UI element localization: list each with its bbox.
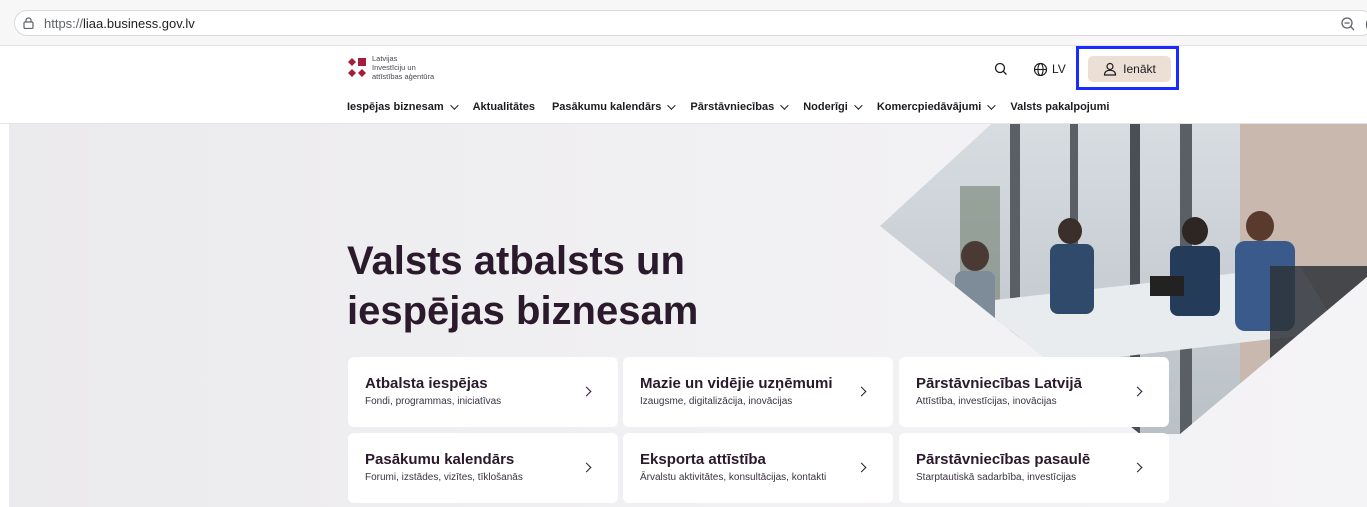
login-label: Ienākt (1123, 62, 1156, 76)
url-scheme: https:// (44, 16, 84, 31)
card-title: Pārstāvniecības pasaulē (916, 451, 1091, 468)
chevron-down-icon (853, 101, 863, 110)
nav-item-label: Iespējas biznesam (347, 101, 444, 113)
nav-item-label: Pārstāvniecības (690, 101, 775, 113)
nav-item-valsts-pakalpojumi[interactable]: Valsts pakalpojumi (1010, 101, 1109, 113)
nav-item-label: Aktualitātes (472, 101, 535, 113)
user-icon (1104, 62, 1117, 76)
card-subtitle: Fondi, programmas, iniciatīvas (365, 396, 502, 407)
hero-headline: Valsts atbalsts un iespējas biznesam (347, 236, 698, 336)
chevron-right-icon (1132, 386, 1143, 397)
login-button[interactable]: Ienākt (1088, 56, 1171, 82)
logo-line-2: Investīciju un (372, 63, 416, 72)
nav-item-label: Pasākumu kalendārs (551, 101, 662, 113)
nav-item-noderigi[interactable]: Noderīgi (803, 101, 863, 113)
card-pasakumu-kalendars[interactable]: Pasākumu kalendārs Forumi, izstādes, viz… (348, 433, 618, 503)
card-subtitle: Forumi, izstādes, vizītes, tīklošanās (365, 472, 523, 483)
nav-item-label: Komercpiedāvājumi (876, 101, 982, 113)
main-nav: Iespējas biznesam Aktualitātes Pasākumu … (347, 101, 1126, 113)
chevron-right-icon (581, 462, 592, 473)
site-header: Latvijas Investīciju un attīstības aģent… (0, 46, 1367, 124)
logo-line-3: attīstības aģentūra (372, 72, 435, 81)
card-subtitle: Attīstība, investīcijas, inovācijas (916, 396, 1057, 407)
globe-icon (1033, 62, 1048, 76)
lock-icon[interactable] (23, 17, 34, 29)
nav-item-parstavniecibas[interactable]: Pārstāvniecības (690, 101, 789, 113)
card-subtitle: Ārvalstu aktivitātes, konsultācijas, kon… (640, 472, 827, 483)
card-subtitle: Starptautiskā sadarbība, investīcijas (916, 472, 1077, 483)
nav-item-komercpiedavajumi[interactable]: Komercpiedāvājumi (876, 101, 997, 113)
chevron-right-icon (856, 386, 867, 397)
card-title: Pārstāvniecības Latvijā (916, 375, 1082, 392)
nav-item-label: Valsts pakalpojumi (1010, 101, 1110, 113)
card-title: Atbalsta iespējas (365, 375, 488, 392)
logo-line-1: Latvijas (372, 54, 398, 63)
liaa-logo[interactable]: Latvijas Investīciju un attīstības aģent… (347, 54, 487, 90)
card-title: Mazie un vidējie uzņēmumi (640, 375, 833, 392)
nav-item-label: Noderīgi (803, 101, 848, 113)
login-highlight: Ienākt (1076, 46, 1179, 90)
language-selector[interactable]: LV (1033, 59, 1066, 79)
chevron-right-icon (581, 386, 592, 397)
card-title: Pasākumu kalendārs (365, 451, 515, 468)
chevron-down-icon (780, 101, 789, 110)
url-host: liaa.business.gov.lv (83, 16, 195, 31)
chevron-right-icon (1132, 462, 1143, 473)
language-label: LV (1052, 62, 1066, 76)
nav-item-iespejas-biznesam[interactable]: Iespējas biznesam (347, 101, 459, 113)
card-parstavniecibas-pasaule[interactable]: Pārstāvniecības pasaulē Starptautiskā sa… (899, 433, 1169, 503)
url-text[interactable]: https://liaa.business.gov.lv (44, 16, 195, 31)
logo-mark-icon (348, 58, 366, 77)
card-atbalsta-iespejas[interactable]: Atbalsta iespējas Fondi, programmas, ini… (348, 357, 618, 427)
nav-item-aktualitates[interactable]: Aktualitātes (473, 101, 535, 113)
address-bar[interactable]: https://liaa.business.gov.lv ( (14, 10, 1367, 36)
logo-text: Latvijas Investīciju un attīstības aģent… (372, 54, 434, 81)
chevron-down-icon (449, 101, 459, 110)
card-subtitle: Izaugsme, digitalizācija, inovācijas (640, 396, 793, 407)
card-eksporta-attistiba[interactable]: Eksporta attīstība Ārvalstu aktivitātes,… (623, 433, 893, 503)
chevron-right-icon (856, 462, 867, 473)
chevron-down-icon (667, 101, 677, 110)
card-parstavniecibas-latvija[interactable]: Pārstāvniecības Latvijā Attīstība, inves… (899, 357, 1169, 427)
hero-section: Valsts atbalsts un iespējas biznesam Atb… (9, 124, 1367, 507)
nav-item-pasakumu-kalendars[interactable]: Pasākumu kalendārs (551, 101, 677, 113)
headline-line-2: iespējas biznesam (347, 289, 699, 333)
card-title: Eksporta attīstība (640, 451, 766, 468)
search-icon[interactable] (993, 61, 1009, 77)
zoom-out-icon[interactable] (1340, 16, 1356, 32)
browser-toolbar: https://liaa.business.gov.lv ( (0, 0, 1367, 46)
card-mazie-un-videjie[interactable]: Mazie un vidējie uzņēmumi Izaugsme, digi… (623, 357, 893, 427)
chevron-down-icon (987, 101, 997, 110)
headline-line-1: Valsts atbalsts un (347, 239, 685, 283)
